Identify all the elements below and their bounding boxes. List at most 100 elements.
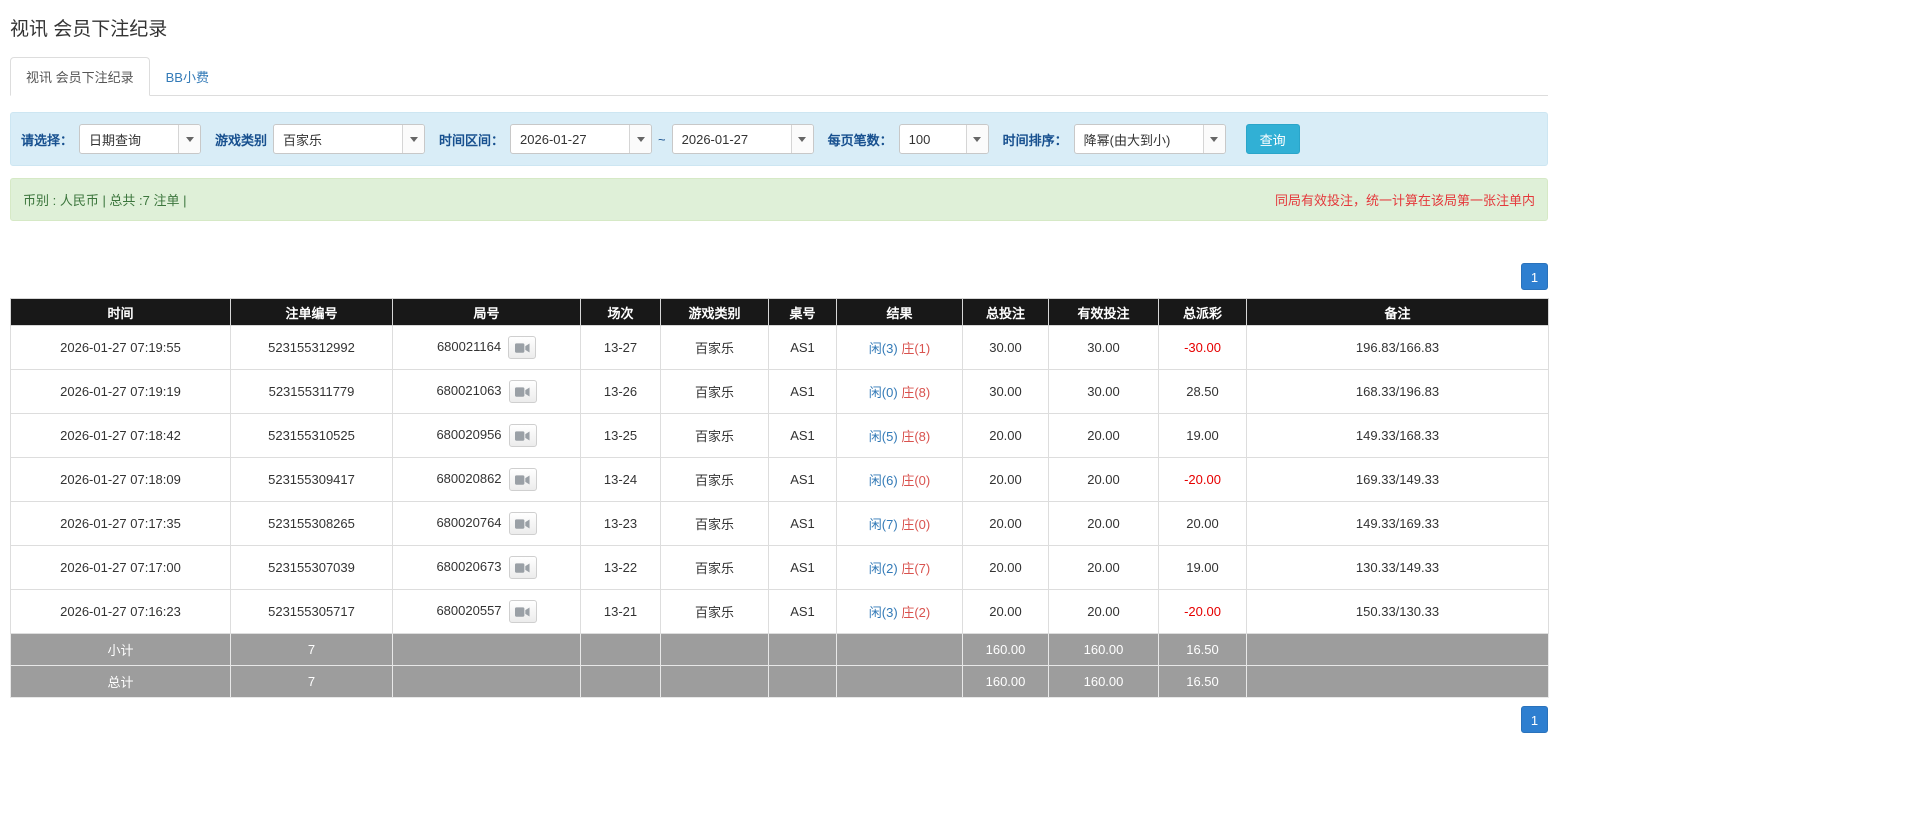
cell-time: 2026-01-27 07:17:00 <box>10 545 231 590</box>
chevron-down-icon[interactable] <box>790 125 813 153</box>
cell-total-bet[interactable]: 20.00 <box>962 413 1049 458</box>
page-size-label: 每页笔数： <box>827 132 893 148</box>
result-banker: 庄(8) <box>901 385 931 400</box>
total-count: 7 <box>230 665 393 698</box>
column-header-payout: 总派彩 <box>1158 298 1247 326</box>
cell-total-bet[interactable]: 30.00 <box>962 369 1049 414</box>
cell-table-no: AS1 <box>768 413 837 458</box>
cell-valid-bet: 20.00 <box>1048 457 1159 502</box>
cell-round: 680021164 <box>392 325 581 370</box>
chevron-down-icon[interactable] <box>1202 125 1225 153</box>
round-number: 680020764 <box>436 514 502 530</box>
sort-select[interactable]: 降幂(由大到小) <box>1073 124 1226 154</box>
subtotal-count: 7 <box>230 633 393 666</box>
result-banker: 庄(8) <box>901 429 931 444</box>
cell-payout: 19.00 <box>1158 413 1247 458</box>
page-button-1[interactable]: 1 <box>1521 706 1548 733</box>
chevron-down-icon[interactable] <box>629 125 652 153</box>
cell-payout: 28.50 <box>1158 369 1247 414</box>
search-button[interactable]: 查询 <box>1245 124 1300 154</box>
subtotal-payout: 16.50 <box>1158 633 1247 666</box>
cell-time: 2026-01-27 07:18:42 <box>10 413 231 458</box>
chevron-down-icon[interactable] <box>178 125 201 153</box>
tab-bb-tips[interactable]: BB小费 <box>150 57 225 96</box>
date-from-select[interactable]: 2026-01-27 <box>510 124 653 154</box>
cell-session: 13-24 <box>580 457 661 502</box>
date-from-value: 2026-01-27 <box>520 131 587 147</box>
cell-bet-id: 523155309417 <box>230 457 393 502</box>
cell-session: 13-22 <box>580 545 661 590</box>
cell-game-type: 百家乐 <box>660 501 769 546</box>
page-size-select[interactable]: 100 <box>898 124 989 154</box>
video-replay-icon[interactable] <box>508 512 537 535</box>
video-replay-icon[interactable] <box>508 468 537 491</box>
filter-group-game-type: 游戏类别 百家乐 <box>215 124 426 154</box>
cell-round: 680020764 <box>392 501 581 546</box>
cell-payout: 20.00 <box>1158 501 1247 546</box>
table-header-row: 时间 注单编号 局号 场次 游戏类别 桌号 结果 总投注 有效投注 总派彩 备注 <box>10 298 1549 326</box>
date-range-label: 时间区间： <box>439 132 505 148</box>
video-replay-icon[interactable] <box>508 600 537 623</box>
cell-total-bet[interactable]: 20.00 <box>962 501 1049 546</box>
query-type-select[interactable]: 日期查询 <box>79 124 202 154</box>
video-replay-icon[interactable] <box>508 424 537 447</box>
cell-round: 680020862 <box>392 457 581 502</box>
table-row: 2026-01-27 07:18:09 523155309417 6800208… <box>10 457 1549 502</box>
result-player: 闲(0) <box>868 385 898 400</box>
table-row: 2026-01-27 07:16:23 523155305717 6800205… <box>10 589 1549 634</box>
round-number: 680020956 <box>436 426 502 442</box>
cell-table-no: AS1 <box>768 325 837 370</box>
game-type-label: 游戏类别 <box>215 132 268 148</box>
result-banker: 庄(0) <box>901 473 931 488</box>
chevron-down-icon[interactable] <box>965 125 988 153</box>
pagination-top: 1 <box>10 263 1548 290</box>
cell-remark: 168.33/196.83 <box>1246 369 1549 414</box>
filter-group-date-range: 时间区间： 2026-01-27 ~ 2026-01-27 <box>439 124 814 154</box>
cell-remark: 150.33/130.33 <box>1246 589 1549 634</box>
cell-game-type: 百家乐 <box>660 413 769 458</box>
column-header-game-type: 游戏类别 <box>660 298 769 326</box>
pagination-bottom: 1 <box>10 706 1548 733</box>
cell-result: 闲(7) 庄(0) <box>836 501 963 546</box>
cell-bet-id: 523155312992 <box>230 325 393 370</box>
cell-total-bet[interactable]: 20.00 <box>962 457 1049 502</box>
sort-label: 时间排序： <box>1002 132 1068 148</box>
cell-round: 680021063 <box>392 369 581 414</box>
subtotal-valid-bet: 160.00 <box>1048 633 1159 666</box>
chevron-down-icon[interactable] <box>402 125 425 153</box>
result-player: 闲(3) <box>868 605 898 620</box>
page-button-1[interactable]: 1 <box>1521 263 1548 290</box>
column-header-valid-bet: 有效投注 <box>1048 298 1159 326</box>
filter-group-query-type: 请选择： 日期查询 <box>21 124 202 154</box>
cell-total-bet[interactable]: 30.00 <box>962 325 1049 370</box>
round-number: 680020862 <box>436 470 502 486</box>
currency-total-text: 币别 : 人民币 | 总共 :7 注单 | <box>23 193 187 208</box>
tab-records[interactable]: 视讯 会员下注纪录 <box>10 57 150 96</box>
cell-table-no: AS1 <box>768 369 837 414</box>
cell-valid-bet: 30.00 <box>1048 369 1159 414</box>
date-to-select[interactable]: 2026-01-27 <box>671 124 814 154</box>
table-row: 2026-01-27 07:17:00 523155307039 6800206… <box>10 545 1549 590</box>
total-total-bet: 160.00 <box>962 665 1049 698</box>
total-label: 总计 <box>10 665 231 698</box>
video-replay-icon[interactable] <box>508 336 537 359</box>
video-replay-icon[interactable] <box>508 556 537 579</box>
cell-valid-bet: 20.00 <box>1048 413 1159 458</box>
column-header-total-bet: 总投注 <box>962 298 1049 326</box>
video-replay-icon[interactable] <box>508 380 537 403</box>
filter-bar: 请选择： 日期查询 游戏类别 百家乐 时间区间： 2026-01-27 ~ 20… <box>10 112 1548 166</box>
game-type-select[interactable]: 百家乐 <box>273 124 426 154</box>
cell-session: 13-27 <box>580 325 661 370</box>
result-player: 闲(6) <box>868 473 898 488</box>
cell-total-bet[interactable]: 20.00 <box>962 589 1049 634</box>
round-number: 680021164 <box>436 338 502 354</box>
cell-total-bet[interactable]: 20.00 <box>962 545 1049 590</box>
query-type-label: 请选择： <box>21 132 74 148</box>
cell-payout: 19.00 <box>1158 545 1247 590</box>
cell-remark: 149.33/168.33 <box>1246 413 1549 458</box>
column-header-table-no: 桌号 <box>768 298 837 326</box>
round-number: 680021063 <box>436 382 502 398</box>
cell-bet-id: 523155310525 <box>230 413 393 458</box>
column-header-result: 结果 <box>836 298 963 326</box>
cell-valid-bet: 20.00 <box>1048 501 1159 546</box>
